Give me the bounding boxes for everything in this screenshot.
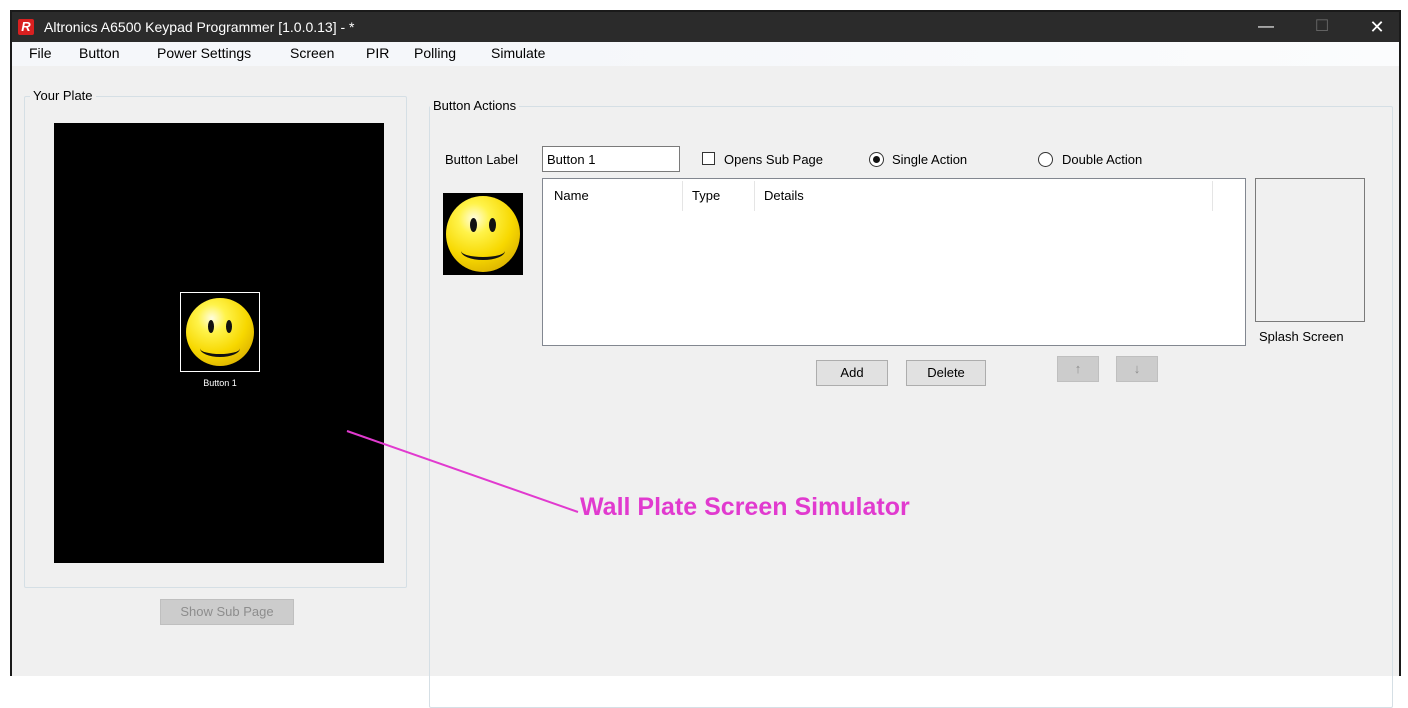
- callout-label: Wall Plate Screen Simulator: [580, 493, 910, 521]
- callout-pointer-line: [346, 430, 579, 513]
